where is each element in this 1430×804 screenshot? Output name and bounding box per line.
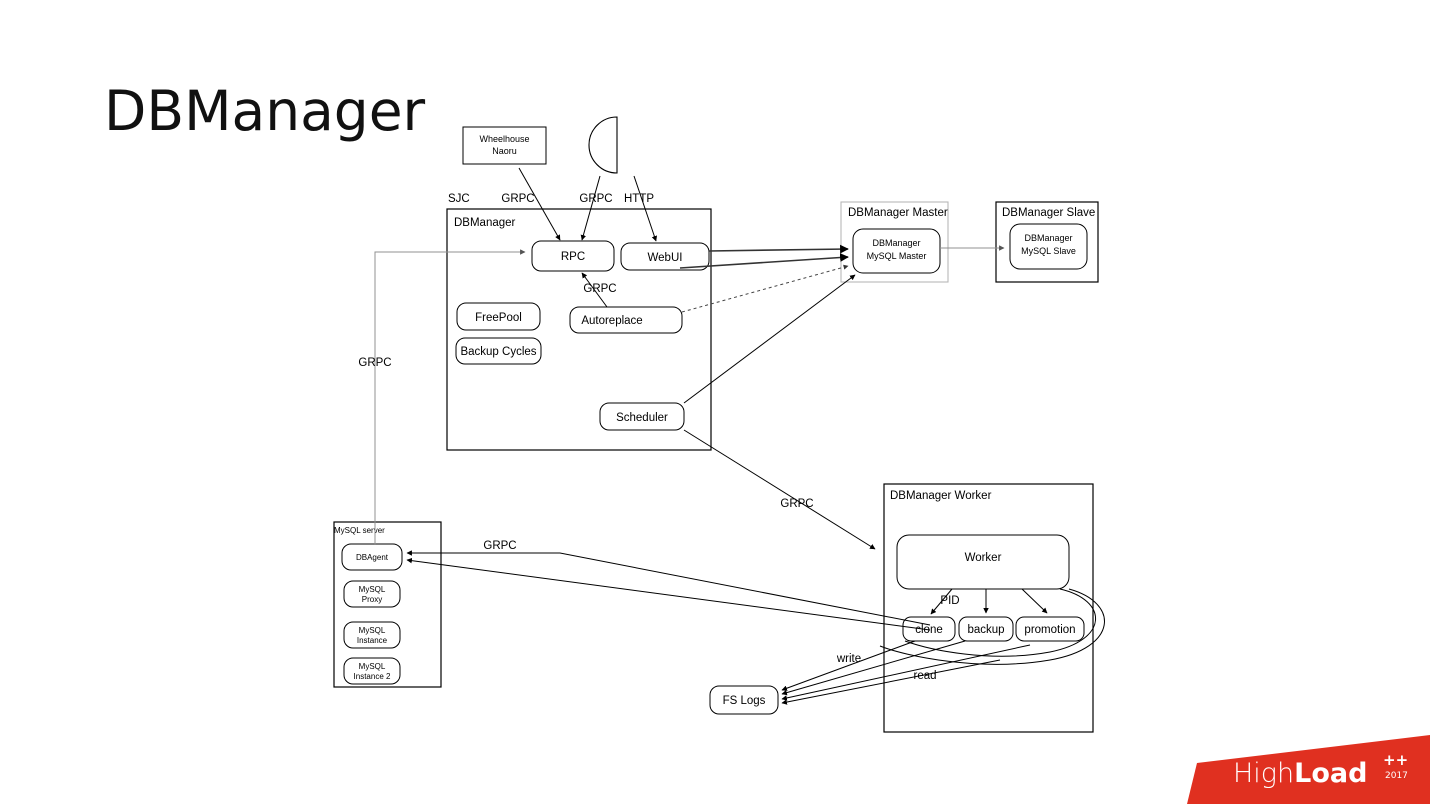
mysql-proxy-label-line1: MySQL bbox=[359, 585, 386, 594]
scheduler-label: Scheduler bbox=[616, 412, 668, 424]
logo-year: 2017 bbox=[1385, 771, 1408, 781]
backup-cycles-label: Backup Cycles bbox=[460, 346, 536, 358]
edge-label-grpc-worker-dbagent: GRPC bbox=[483, 540, 516, 552]
mysql-slave-label-line1: DBManager bbox=[1024, 233, 1072, 243]
mysql-instance-label-line2: Instance bbox=[357, 636, 388, 645]
edge-backup-to-fslogs bbox=[781, 640, 966, 696]
edge-loop-to-fslogs bbox=[781, 659, 1001, 705]
edge-worker-to-promotion bbox=[1021, 588, 1048, 614]
edge-label-grpc-left-trunk: GRPC bbox=[358, 357, 391, 369]
container-dbmanager-worker-title: DBManager Worker bbox=[890, 490, 992, 502]
worker-label: Worker bbox=[965, 552, 1002, 564]
node-mysql-slave[interactable]: DBManager MySQL Slave bbox=[1009, 223, 1088, 270]
user-actor-icon bbox=[588, 116, 618, 174]
backup-label: backup bbox=[967, 624, 1004, 636]
edge-scheduler-to-worker bbox=[683, 429, 876, 550]
node-mysql-instance-2[interactable]: MySQL Instance 2 bbox=[343, 657, 401, 685]
edge-label-pid: PID bbox=[940, 595, 959, 607]
node-mysql-instance[interactable]: MySQL Instance bbox=[343, 621, 401, 649]
container-mysql-server-title: MySQL server bbox=[334, 526, 385, 535]
mysql-master-label-line1: DBManager bbox=[872, 238, 920, 248]
node-promotion[interactable]: promotion bbox=[1015, 616, 1085, 642]
edge-label-grpc-autoreplace: GRPC bbox=[583, 283, 616, 295]
container-dbmanager-worker: DBManager Worker bbox=[883, 483, 1094, 733]
wheelhouse-label-line2: Naoru bbox=[492, 146, 517, 156]
node-wheelhouse-naoru[interactable]: Wheelhouse Naoru bbox=[462, 126, 547, 165]
edge-webui-to-mysql-master-a bbox=[708, 244, 849, 254]
webui-label: WebUI bbox=[648, 252, 683, 264]
logo-name-light: High bbox=[1233, 758, 1295, 789]
node-webui[interactable]: WebUI bbox=[620, 242, 710, 271]
mysql-instance-label-line1: MySQL bbox=[359, 626, 386, 635]
mysql-slave-label-line2: MySQL Slave bbox=[1021, 246, 1076, 256]
node-autoreplace[interactable]: Autoreplace bbox=[569, 306, 683, 334]
edge-label-grpc-scheduler-worker: GRPC bbox=[780, 498, 813, 510]
node-clone[interactable]: clone bbox=[902, 616, 956, 642]
edge-label-grpc-wheelhouse: GRPC bbox=[501, 193, 534, 205]
logo-name-bold: Load bbox=[1294, 758, 1368, 789]
edge-label-write: write bbox=[836, 653, 861, 665]
edge-dbagent-to-rpc-trunk bbox=[374, 249, 526, 545]
dbagent-label: DBAgent bbox=[356, 553, 389, 562]
autoreplace-label: Autoreplace bbox=[581, 315, 642, 327]
node-mysql-master[interactable]: DBManager MySQL Master bbox=[852, 228, 941, 274]
architecture-diagram: Wheelhouse Naoru SJC DBManager RPC WebUI… bbox=[333, 116, 1105, 733]
slide-canvas: DBManager Wheelhouse Naoru SJC DBManager… bbox=[0, 0, 1430, 804]
fs-logs-label: FS Logs bbox=[723, 695, 766, 707]
logo-superscript: ++ bbox=[1383, 751, 1409, 769]
container-dbmanager-master-title: DBManager Master bbox=[848, 207, 948, 219]
sjc-label: SJC bbox=[448, 193, 470, 205]
node-dbagent[interactable]: DBAgent bbox=[341, 543, 403, 571]
edge-label-grpc-user: GRPC bbox=[579, 193, 612, 205]
edge-clone-to-dbagent-elbow bbox=[406, 550, 931, 626]
wheelhouse-label-line1: Wheelhouse bbox=[479, 134, 529, 144]
node-rpc[interactable]: RPC bbox=[531, 240, 615, 272]
edge-promotion-to-fslogs-read bbox=[781, 644, 1031, 701]
edge-autoreplace-to-mysql-master bbox=[681, 264, 849, 313]
logo-wordmark: HighLoad bbox=[1233, 760, 1367, 787]
node-worker[interactable]: Worker bbox=[896, 534, 1070, 590]
rpc-label: RPC bbox=[561, 251, 585, 263]
edge-user-to-rpc bbox=[580, 175, 601, 241]
node-scheduler[interactable]: Scheduler bbox=[599, 402, 685, 431]
edge-clone-to-fslogs-write bbox=[781, 640, 916, 691]
node-freepool[interactable]: FreePool bbox=[456, 302, 541, 331]
node-fs-logs[interactable]: FS Logs bbox=[709, 685, 779, 715]
edge-label-http-user: HTTP bbox=[624, 193, 654, 205]
mysql-instance-2-label-line2: Instance 2 bbox=[354, 672, 391, 681]
container-dbmanager-slave-title: DBManager Slave bbox=[1002, 207, 1095, 219]
mysql-instance-2-label-line1: MySQL bbox=[359, 662, 386, 671]
edge-clone-to-dbagent-direct bbox=[406, 557, 931, 631]
freepool-label: FreePool bbox=[475, 312, 522, 324]
edge-scheduler-to-mysql-master bbox=[683, 274, 856, 404]
node-backup[interactable]: backup bbox=[958, 616, 1014, 642]
mysql-proxy-label-line2: Proxy bbox=[362, 595, 382, 604]
container-dbmanager-title: DBManager bbox=[454, 217, 516, 229]
node-mysql-proxy[interactable]: MySQL Proxy bbox=[343, 580, 401, 608]
promotion-label: promotion bbox=[1024, 624, 1075, 636]
node-backup-cycles[interactable]: Backup Cycles bbox=[455, 337, 542, 365]
mysql-master-label-line2: MySQL Master bbox=[867, 251, 927, 261]
